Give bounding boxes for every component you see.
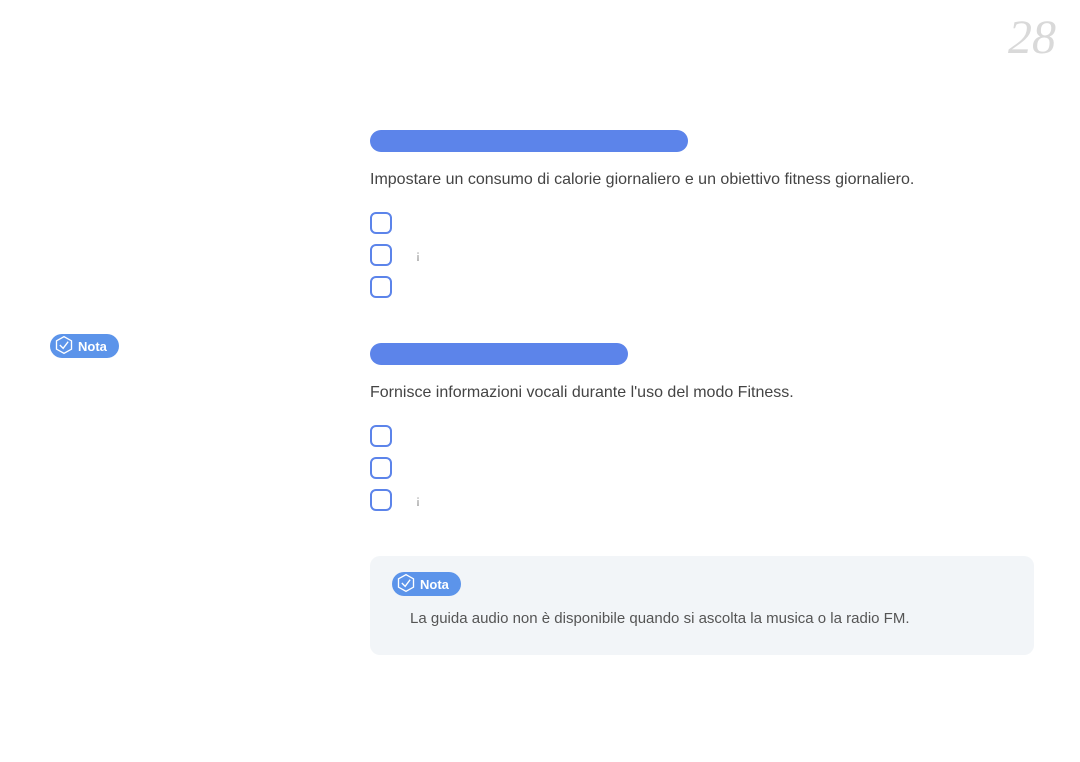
note-text: La guida audio non è disponibile quando … — [410, 610, 1012, 627]
checkbox-icon[interactable] — [370, 457, 392, 479]
info-icon: ¡ — [412, 494, 424, 506]
section-desc-1: Impostare un consumo di calorie giornali… — [370, 171, 1010, 189]
section-desc-2: Fornisce informazioni vocali durante l'u… — [370, 384, 1010, 402]
nota-label: Nota — [78, 339, 107, 354]
nota-label: Nota — [420, 577, 449, 592]
section-guida-audio: Guida audio Fornisce informazioni vocali… — [370, 343, 1010, 516]
section-title-1: Obiettivo giornaliero — [370, 130, 688, 152]
box-check-icon — [54, 335, 74, 358]
list-item — [370, 452, 1010, 484]
check-list-2: ¡ — [370, 420, 1010, 516]
list-item — [370, 420, 1010, 452]
nota-badge-left: Nota — [50, 334, 119, 360]
page-number: 28 — [1008, 10, 1056, 65]
info-icon: ¡ — [412, 249, 424, 261]
check-list-1: ¡ — [370, 207, 1010, 303]
note-box: Nota La guida audio non è disponibile qu… — [370, 556, 1034, 655]
list-item — [370, 207, 1010, 239]
nota-badge-box: Nota — [392, 572, 461, 596]
checkbox-icon[interactable] — [370, 425, 392, 447]
list-item: ¡ — [370, 239, 1010, 271]
checkbox-icon[interactable] — [370, 489, 392, 511]
section-obiettivo: Obiettivo giornaliero Impostare un consu… — [370, 130, 1010, 303]
box-check-icon — [396, 573, 416, 596]
checkbox-icon[interactable] — [370, 276, 392, 298]
checkbox-icon[interactable] — [370, 244, 392, 266]
list-item — [370, 271, 1010, 303]
checkbox-icon[interactable] — [370, 212, 392, 234]
list-item: ¡ — [370, 484, 1010, 516]
section-title-2: Guida audio — [370, 343, 628, 365]
